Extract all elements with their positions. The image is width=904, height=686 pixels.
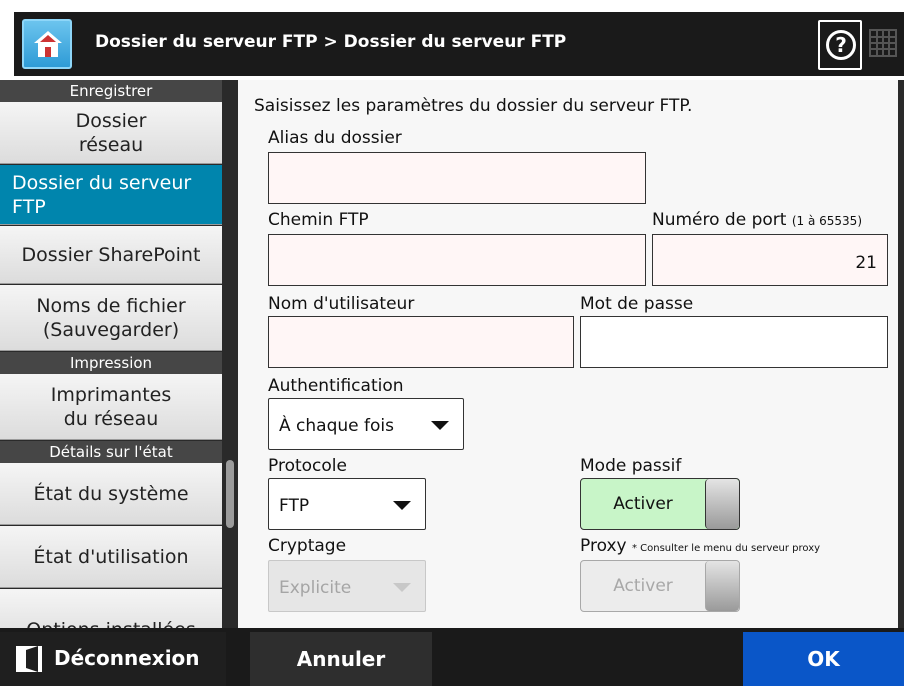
passive-mode-toggle[interactable]: Activer — [580, 478, 740, 530]
encryption-select: Explicite — [268, 560, 426, 612]
toggle-knob — [705, 561, 739, 611]
sidebar-scrollbar[interactable] — [226, 460, 234, 528]
alias-label: Alias du dossier — [268, 128, 402, 148]
ftp-path-label: Chemin FTP — [268, 210, 369, 230]
password-input[interactable] — [580, 316, 888, 368]
logout-icon — [16, 646, 42, 672]
logout-label: Déconnexion — [54, 646, 200, 670]
port-input[interactable]: 21 — [652, 234, 888, 286]
username-label: Nom d'utilisateur — [268, 294, 415, 314]
proxy-value: Activer — [613, 576, 673, 596]
passive-mode-label: Mode passif — [580, 456, 682, 476]
protocol-label: Protocole — [268, 456, 347, 476]
cancel-button[interactable]: Annuler — [250, 632, 432, 686]
ok-button[interactable]: OK — [743, 632, 904, 686]
port-label-text: Numéro de port — [652, 210, 787, 230]
section-header-impression: Impression — [0, 352, 222, 374]
ftp-path-input[interactable] — [268, 234, 646, 286]
proxy-label: Proxy * Consulter le menu du serveur pro… — [580, 536, 820, 556]
sidebar: Enregistrer Dossier réseau Dossier du se… — [0, 80, 226, 628]
chevron-down-icon — [431, 421, 449, 430]
sidebar-scroll-track — [226, 80, 238, 628]
authentication-value: À chaque fois — [279, 416, 394, 436]
header: Dossier du serveur FTP > Dossier du serv… — [0, 0, 904, 80]
encryption-label: Cryptage — [268, 536, 347, 556]
encryption-value: Explicite — [279, 578, 352, 598]
sidebar-item-options-installees[interactable]: Options installées — [0, 589, 222, 628]
logout-button[interactable]: Déconnexion — [0, 632, 226, 686]
main-panel: Saisissez les paramètres du dossier du s… — [238, 80, 904, 628]
passive-mode-value: Activer — [613, 494, 673, 514]
port-value: 21 — [855, 253, 877, 273]
alias-input[interactable] — [268, 152, 646, 204]
sidebar-item-dossier-sharepoint[interactable]: Dossier SharePoint — [0, 226, 222, 284]
keyboard-grid-icon[interactable] — [868, 26, 898, 60]
authentication-select[interactable]: À chaque fois — [268, 398, 464, 450]
proxy-note: * Consulter le menu du serveur proxy — [631, 543, 821, 554]
chevron-down-icon — [393, 583, 411, 592]
proxy-toggle: Activer — [580, 560, 740, 612]
home-icon — [34, 31, 62, 57]
home-button[interactable] — [22, 19, 72, 69]
sidebar-item-etat-utilisation[interactable]: État d'utilisation — [0, 526, 222, 588]
sidebar-item-dossier-reseau[interactable]: Dossier réseau — [0, 102, 222, 164]
proxy-label-text: Proxy — [580, 536, 627, 556]
sidebar-item-noms-fichier[interactable]: Noms de fichier (Sauvegarder) — [0, 285, 222, 351]
authentication-label: Authentification — [268, 376, 404, 396]
password-label: Mot de passe — [580, 294, 694, 314]
sidebar-item-dossier-ftp[interactable]: Dossier du serveur FTP — [0, 165, 222, 225]
protocol-select[interactable]: FTP — [268, 478, 426, 530]
section-header-enregistrer: Enregistrer — [0, 80, 222, 102]
help-button[interactable]: ? — [818, 20, 862, 70]
sidebar-item-imprimantes-reseau[interactable]: Imprimantes du réseau — [0, 374, 222, 440]
help-icon: ? — [826, 30, 856, 60]
breadcrumb: Dossier du serveur FTP > Dossier du serv… — [95, 32, 567, 52]
port-hint: (1 à 65535) — [791, 214, 862, 228]
chevron-down-icon — [393, 501, 411, 510]
form-area: Saisissez les paramètres du dossier du s… — [238, 80, 898, 628]
toggle-knob — [705, 479, 739, 529]
port-label: Numéro de port (1 à 65535) — [652, 210, 862, 230]
protocol-value: FTP — [279, 496, 310, 516]
instructions-text: Saisissez les paramètres du dossier du s… — [254, 96, 693, 116]
section-header-details-etat: Détails sur l'état — [0, 441, 222, 463]
sidebar-item-etat-systeme[interactable]: État du système — [0, 463, 222, 525]
username-input[interactable] — [268, 316, 574, 368]
